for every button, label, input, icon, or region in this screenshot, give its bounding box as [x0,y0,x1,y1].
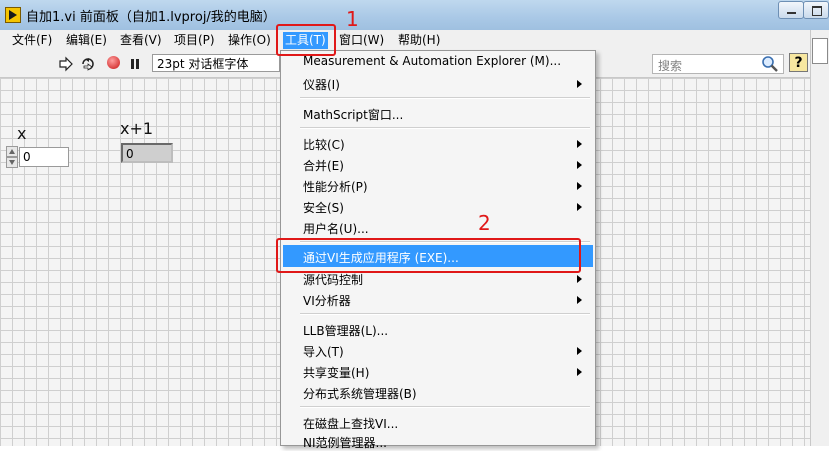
indicator-label-x-plus-1: x+1 [120,119,154,138]
menu-help[interactable]: 帮助(H) [398,32,440,49]
menu-bar: 文件(F) 编辑(E) 查看(V) 项目(P) 操作(O) 工具(T) 窗口(W… [0,30,829,52]
menu-project[interactable]: 项目(P) [174,32,215,49]
menu-separator [300,127,590,129]
submenu-arrow-icon [577,296,582,304]
annotation-box-step-2 [276,238,581,273]
menu-item-find-vis-on-disk[interactable]: 在磁盘上查找VI... [303,415,398,432]
menu-edit[interactable]: 编辑(E) [66,32,107,49]
menu-item-mathscript-window[interactable]: MathScript窗口... [303,106,403,123]
increment-decrement-buttons[interactable] [6,146,18,168]
menu-item-compare[interactable]: 比较(C) [303,136,345,153]
menu-file[interactable]: 文件(F) [12,32,52,49]
menu-view[interactable]: 查看(V) [120,32,162,49]
right-side-panel [810,30,829,446]
run-continuously-icon[interactable] [80,56,96,72]
menu-item-source-control[interactable]: 源代码控制 [303,271,363,288]
control-label-x: x [17,124,27,143]
submenu-arrow-icon [577,161,582,169]
submenu-arrow-icon [577,182,582,190]
submenu-arrow-icon [577,347,582,355]
submenu-arrow-icon [577,275,582,283]
search-icon[interactable] [761,55,779,73]
menu-item-distributed-system-manager[interactable]: 分布式系统管理器(B) [303,385,417,402]
context-help-button[interactable]: ? [789,53,808,72]
submenu-arrow-icon [577,368,582,376]
pause-icon[interactable] [127,56,143,72]
title-bar: 自加1.vi 前面板（自加1.lvproj/我的电脑） [0,0,829,30]
decrement-arrow-icon[interactable] [6,157,18,168]
menu-separator [300,406,590,408]
menu-operate[interactable]: 操作(O) [228,32,271,49]
annotation-number-step-2: 2 [478,211,491,235]
menu-item-user-name[interactable]: 用户名(U)... [303,220,369,237]
vi-icon-tile [812,38,828,64]
text-settings-select[interactable]: 23pt 对话框字体 [152,54,280,72]
increment-arrow-icon[interactable] [6,146,18,157]
menu-item-instruments[interactable]: 仪器(I) [303,76,340,93]
menu-item-profile[interactable]: 性能分析(P) [303,178,368,195]
menu-window[interactable]: 窗口(W) [339,32,384,49]
menu-item-shared-variable[interactable]: 共享变量(H) [303,364,369,381]
run-arrow-icon[interactable] [58,56,74,72]
annotation-number-step-1: 1 [346,7,359,31]
labview-vi-icon [5,7,21,23]
submenu-arrow-icon [577,80,582,88]
menu-item-merge[interactable]: 合并(E) [303,157,344,174]
menu-item-vi-analyzer[interactable]: VI分析器 [303,292,351,309]
menu-item-security[interactable]: 安全(S) [303,199,344,216]
menu-separator [300,97,590,99]
annotation-box-step-1 [276,24,336,56]
menu-item-import[interactable]: 导入(T) [303,343,344,360]
menu-item-measurement-automation-explorer[interactable]: Measurement & Automation Explorer (M)... [303,54,561,68]
menu-item-llb-manager[interactable]: LLB管理器(L)... [303,322,388,339]
submenu-arrow-icon [577,140,582,148]
menu-separator [300,313,590,315]
minimize-button[interactable] [778,1,804,19]
search-placeholder: 搜索 [658,59,683,73]
submenu-arrow-icon [577,203,582,211]
numeric-control-x[interactable]: 0 [19,147,69,167]
window-title: 自加1.vi 前面板（自加1.lvproj/我的电脑） [26,10,276,25]
menu-item-ni-example-finder[interactable]: NI范例管理器... [303,434,387,451]
numeric-indicator-x-plus-1: 0 [121,143,173,163]
abort-execution-icon[interactable] [107,56,120,69]
maximize-button[interactable] [803,1,829,19]
